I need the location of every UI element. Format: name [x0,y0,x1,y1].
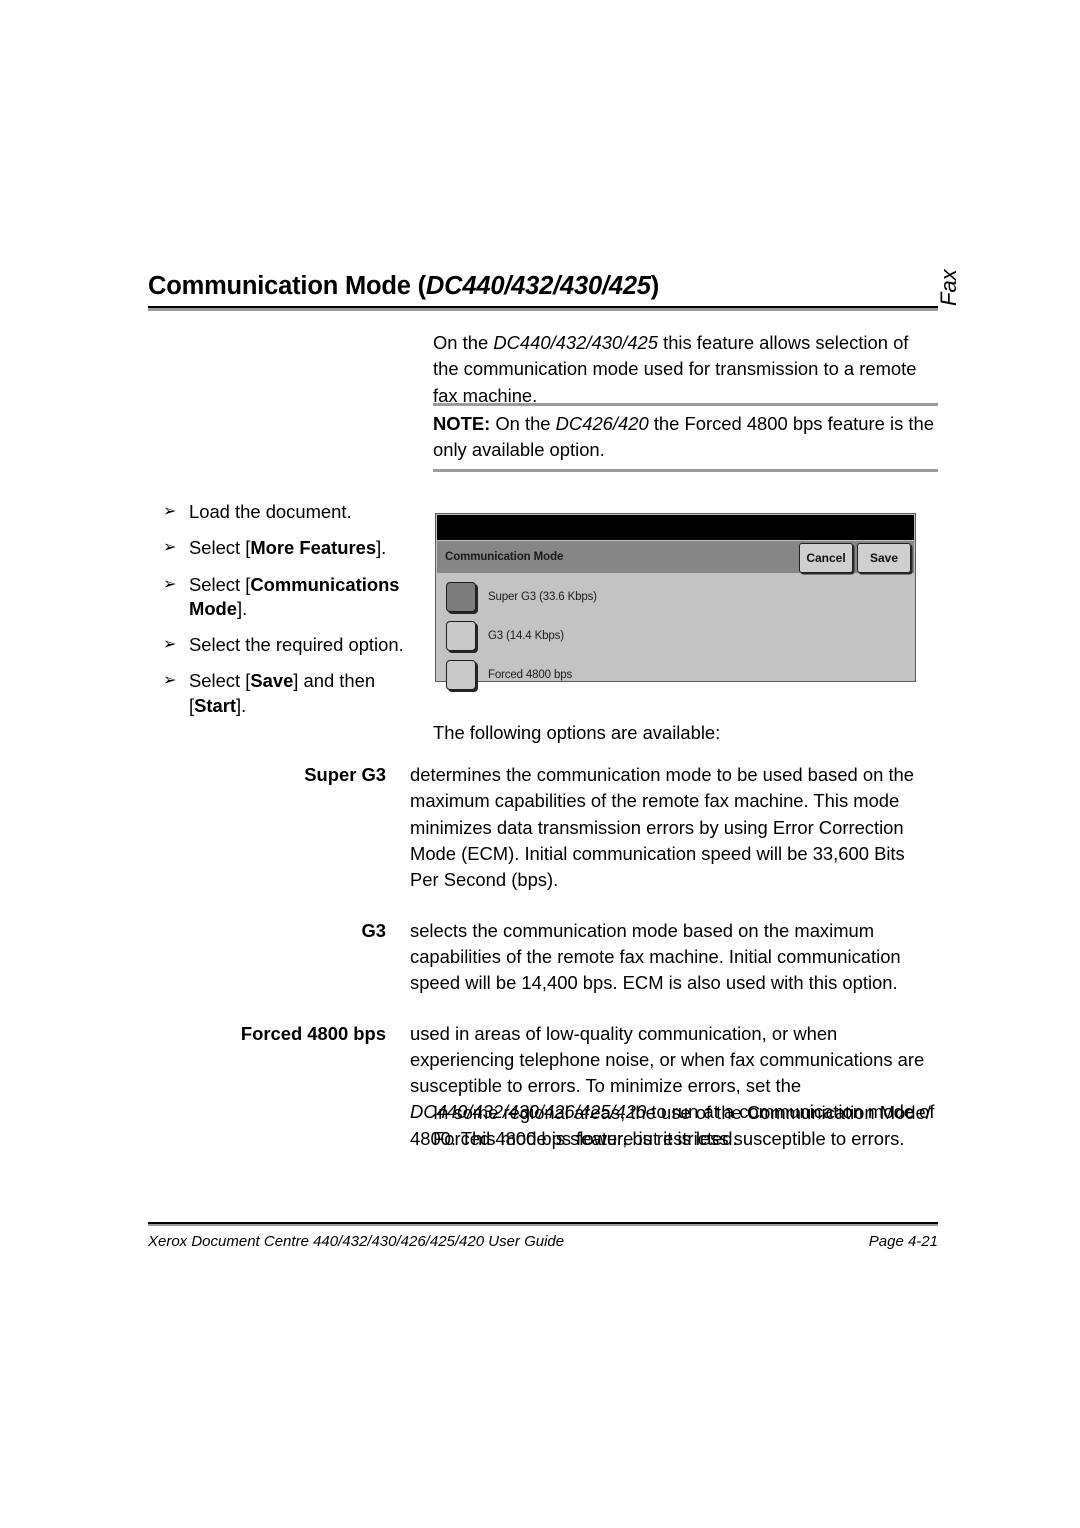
bullet-arrow-icon: ➢ [163,575,177,593]
procedure-steps: ➢ Load the document. ➢ Select [More Feat… [163,500,415,730]
definition-desc-part1: determines the communication mode to be … [410,764,915,891]
footer-page-number: Page 4-21 [868,1233,938,1250]
closing-paragraph: In some regional areas, the use of the C… [433,1102,931,1150]
list-item: ➢ Load the document. [163,500,415,524]
step-text-0: Load the document. [189,501,352,522]
ui-top-black-bar [437,515,914,540]
ui-option-g3[interactable]: G3 (14.4 Kbps) [446,621,915,651]
page-title-prefix: Communication Mode ( [148,272,426,300]
step-text-1a: Select [ [189,537,251,559]
note-rule-bottom [433,468,938,472]
page-title-suffix: ) [650,272,660,300]
ui-screenshot-communication-mode: Communication Mode Cancel Save Super G3 … [435,513,916,690]
step-text-3: Select the required option. [189,634,404,656]
step-text-2a: Select [ [189,573,251,595]
definition-description: selects the communication mode based on … [410,918,938,997]
ui-option-label: Forced 4800 bps [488,669,573,681]
ui-panel-title: Communication Mode [445,551,564,563]
step-bold-1: More Features [250,537,377,559]
ui-button-group: Cancel Save [799,543,911,573]
ui-options-list: Super G3 (33.6 Kbps) G3 (14.4 Kbps) Forc… [436,573,915,690]
definition-row: Super G3 determines the communication mo… [148,762,938,894]
step-text-4c: ]. [236,694,247,716]
ui-option-forced-4800[interactable]: Forced 4800 bps [446,660,915,690]
definition-desc-part1: used in areas of low-quality communicati… [410,1022,925,1097]
intro-models: DC440/432/430/425 [493,332,658,353]
ui-option-swatch-selected[interactable] [446,582,476,612]
page-title-models: DC440/432/430/425 [425,272,651,300]
page-footer: Xerox Document Centre 440/432/430/426/42… [148,1222,938,1250]
intro-part1: On the [433,332,494,353]
ui-option-swatch[interactable] [446,621,476,651]
ui-title-bar: Communication Mode Cancel Save [437,541,914,573]
definition-row: G3 selects the communication mode based … [148,918,938,997]
step-bold-4b: Start [194,694,237,716]
definition-desc-part1: selects the communication mode based on … [410,919,901,994]
cancel-button[interactable]: Cancel [799,543,853,573]
section-heading: Communication Mode (DC440/432/430/425) [148,272,938,311]
step-text-1b: ]. [376,537,387,559]
document-page: Communication Mode (DC440/432/430/425) F… [0,0,1080,1528]
heading-rule-thick [148,307,938,311]
footer-row: Xerox Document Centre 440/432/430/426/42… [148,1226,938,1250]
definition-description: determines the communication mode to be … [410,762,938,894]
save-button[interactable]: Save [857,543,911,573]
page-title: Communication Mode (DC440/432/430/425) [148,272,938,301]
note-part1: On the [490,413,556,434]
bullet-arrow-icon: ➢ [163,672,177,690]
footer-guide-title: Xerox Document Centre 440/432/430/426/42… [148,1233,565,1250]
list-item: ➢ Select [Save] and then [Start]. [163,669,415,718]
ui-option-label: G3 (14.4 Kbps) [488,630,564,642]
bullet-arrow-icon: ➢ [163,636,177,654]
note-label: NOTE: [433,413,491,434]
section-tab-fax: Fax [936,269,978,336]
list-item: ➢ Select the required option. [163,633,415,657]
ui-option-super-g3[interactable]: Super G3 (33.6 Kbps) [446,582,915,612]
list-item: ➢ Select [More Features]. [163,536,415,560]
note-models: DC426/420 [555,413,649,434]
intro-paragraph: On the DC440/432/430/425 this feature al… [433,330,938,409]
step-bold-4a: Save [250,670,294,692]
definition-term: Super G3 [304,764,386,785]
definition-term: G3 [361,919,386,941]
list-item: ➢ Select [Communications Mode]. [163,573,415,622]
step-text-4a: Select [ [189,670,251,692]
note-block: NOTE: On the DC426/420 the Forced 4800 b… [433,403,938,472]
note-text: NOTE: On the DC426/420 the Forced 4800 b… [433,406,938,469]
ui-option-label: Super G3 (33.6 Kbps) [488,591,597,603]
bullet-arrow-icon: ➢ [163,539,177,557]
definition-term: Forced 4800 bps [240,1022,386,1044]
section-tab-label: Fax [936,269,961,306]
step-text-2b: ]. [237,597,248,619]
following-options-line: The following options are available: [433,722,721,743]
ui-option-swatch[interactable] [446,660,476,690]
bullet-arrow-icon: ➢ [163,503,177,520]
